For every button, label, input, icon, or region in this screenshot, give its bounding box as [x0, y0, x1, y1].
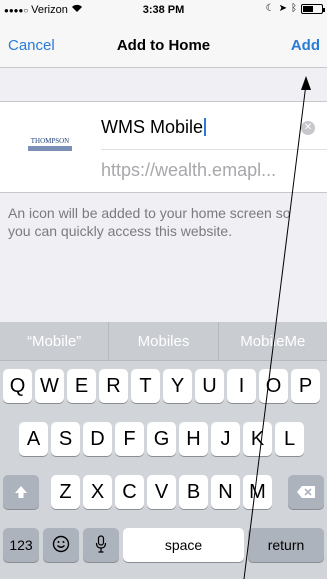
suggestion-3[interactable]: MobileMe [217, 322, 327, 360]
key-d[interactable]: D [83, 422, 112, 456]
clear-icon[interactable]: ✕ [301, 121, 315, 135]
key-b[interactable]: B [179, 475, 208, 509]
microphone-icon [95, 535, 107, 553]
key-m[interactable]: M [243, 475, 272, 509]
page-title: Add to Home [116, 37, 211, 54]
key-o[interactable]: O [259, 369, 288, 403]
key-w[interactable]: W [35, 369, 64, 403]
key-e[interactable]: E [67, 369, 96, 403]
suggestion-2[interactable]: Mobiles [108, 322, 217, 360]
return-key[interactable]: return [248, 528, 324, 562]
key-y[interactable]: Y [163, 369, 192, 403]
key-a[interactable]: A [19, 422, 48, 456]
suggestion-1[interactable]: “Mobile” [0, 322, 108, 360]
orientation-lock-icon: ☾ [265, 3, 275, 14]
key-r[interactable]: R [99, 369, 128, 403]
shift-key[interactable] [3, 475, 39, 509]
key-s[interactable]: S [51, 422, 80, 456]
key-p[interactable]: P [291, 369, 320, 403]
thompson-logo: THOMPSON [28, 137, 72, 151]
shift-icon [15, 486, 27, 498]
field-divider [101, 149, 327, 150]
emoji-icon [52, 535, 70, 553]
key-n[interactable]: N [211, 475, 240, 509]
space-key[interactable]: space [123, 528, 244, 562]
key-x[interactable]: X [83, 475, 112, 509]
suggestion-bar: “Mobile” Mobiles MobileMe [0, 322, 327, 361]
text-caret [204, 118, 207, 136]
key-i[interactable]: I [227, 369, 256, 403]
bluetooth-icon: ᛒ [291, 3, 297, 14]
nav-bar: Cancel Add to Home Add [0, 20, 327, 68]
key-f[interactable]: F [115, 422, 144, 456]
hint-text: An icon will be added to your home scree… [8, 205, 291, 239]
key-j[interactable]: J [211, 422, 240, 456]
key-c[interactable]: C [115, 475, 144, 509]
add-to-home-form: THOMPSON WMS Mobile ✕ https://wealth.ema… [0, 101, 327, 193]
add-button[interactable]: Add [291, 37, 320, 54]
url-field: https://wealth.emapl... [101, 160, 277, 180]
backspace-icon [297, 486, 315, 498]
dictation-key[interactable] [83, 528, 119, 562]
site-icon-preview: THOMPSON [18, 112, 82, 176]
logo-bar [28, 145, 72, 151]
key-q[interactable]: Q [3, 369, 32, 403]
name-input[interactable]: WMS Mobile [101, 117, 207, 138]
status-bar: ●●●●○ Verizon 3:38 PM ☾ ➤ ᛒ [0, 0, 327, 20]
key-v[interactable]: V [147, 475, 176, 509]
name-input-value: WMS Mobile [101, 117, 204, 137]
emoji-key[interactable] [43, 528, 79, 562]
keyboard: “Mobile” Mobiles MobileMe Q W E R T Y U … [0, 322, 327, 579]
key-u[interactable]: U [195, 369, 224, 403]
key-t[interactable]: T [131, 369, 160, 403]
key-h[interactable]: H [179, 422, 208, 456]
key-g[interactable]: G [147, 422, 176, 456]
key-k[interactable]: K [243, 422, 272, 456]
status-right: ☾ ➤ ᛒ [265, 3, 325, 14]
numbers-key[interactable]: 123 [3, 528, 39, 562]
delete-key[interactable] [288, 475, 324, 509]
location-icon: ➤ [278, 3, 287, 14]
battery-icon [301, 3, 325, 14]
key-z[interactable]: Z [51, 475, 80, 509]
key-l[interactable]: L [275, 422, 304, 456]
